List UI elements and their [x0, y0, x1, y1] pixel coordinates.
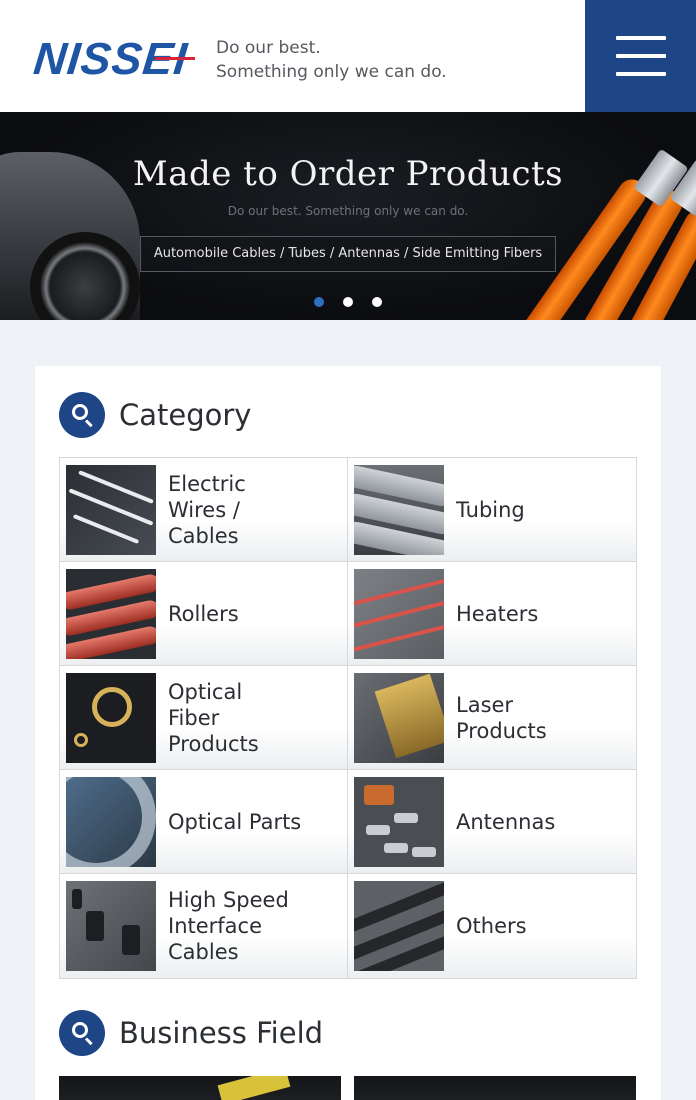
category-label: Optical Fiber Products	[168, 679, 259, 756]
business-field-heading: Business Field	[59, 1010, 323, 1056]
category-item-rollers[interactable]: Rollers	[60, 562, 348, 666]
category-item-tubing[interactable]: Tubing	[348, 458, 636, 562]
search-icon	[59, 1010, 105, 1056]
category-item-antennas[interactable]: Antennas	[348, 770, 636, 874]
content-card: Category Electric Wires / Cables Tubing …	[35, 366, 661, 1100]
category-label: Electric Wires / Cables	[168, 471, 246, 548]
category-heading: Category	[59, 392, 251, 438]
category-item-optical-parts[interactable]: Optical Parts	[60, 770, 348, 874]
hamburger-menu-icon	[616, 36, 666, 40]
category-label: Others	[456, 914, 527, 938]
business-field-title: Business Field	[119, 1016, 324, 1050]
carousel-dot-2[interactable]	[343, 297, 353, 307]
hero-banner[interactable]: Made to Order Products Do our best. Some…	[0, 112, 696, 320]
tagline-line-2: Something only we can do.	[216, 62, 447, 82]
optical-parts-image	[66, 776, 156, 867]
heaters-image	[354, 568, 444, 659]
tagline-line-1: Do our best.	[216, 38, 321, 58]
business-field-image-2[interactable]	[354, 1076, 636, 1100]
rollers-image	[66, 568, 156, 659]
category-item-laser-products[interactable]: Laser Products	[348, 666, 636, 770]
category-label: High Speed Interface Cables	[168, 888, 289, 964]
carousel-dots	[0, 292, 696, 311]
tagline: Do our best. Something only we can do.	[216, 36, 447, 84]
category-item-heaters[interactable]: Heaters	[348, 562, 636, 666]
logo-stripe	[155, 57, 195, 60]
category-label: Antennas	[456, 809, 556, 834]
category-label: Optical Parts	[168, 809, 302, 834]
optical-fiber-image	[66, 672, 156, 763]
site-header: NISSEI Do our best. Something only we ca…	[0, 0, 696, 112]
hamburger-menu-button[interactable]	[585, 0, 696, 112]
electric-wires-image	[66, 464, 156, 555]
hero-subtitle: Do our best. Something only we can do.	[227, 204, 469, 218]
category-label: Rollers	[168, 601, 239, 626]
hero-products-label[interactable]: Automobile Cables / Tubes / Antennas / S…	[140, 236, 556, 272]
category-label: Heaters	[456, 601, 539, 626]
hero-title: Made to Order Products	[132, 154, 564, 194]
antennas-image	[354, 776, 444, 867]
category-item-high-speed-cables[interactable]: High Speed Interface Cables	[60, 874, 348, 978]
tubing-image	[354, 464, 444, 555]
search-icon	[59, 392, 105, 438]
category-item-others[interactable]: Others	[348, 874, 636, 978]
category-title: Category	[119, 398, 252, 432]
category-grid: Electric Wires / Cables Tubing Rollers H…	[59, 457, 637, 979]
category-label: Tubing	[456, 497, 525, 522]
hamburger-line	[616, 54, 666, 58]
carousel-dot-1[interactable]	[313, 297, 324, 307]
carousel-dot-3[interactable]	[372, 297, 383, 307]
category-label: Laser Products	[456, 692, 547, 743]
others-image	[354, 881, 444, 971]
category-item-optical-fiber[interactable]: Optical Fiber Products	[60, 666, 348, 770]
hamburger-line	[616, 72, 666, 76]
high-speed-cables-image	[66, 881, 156, 971]
business-field-image-1[interactable]	[59, 1076, 341, 1100]
laser-products-image	[354, 672, 444, 763]
category-item-electric-wires[interactable]: Electric Wires / Cables	[60, 458, 348, 562]
